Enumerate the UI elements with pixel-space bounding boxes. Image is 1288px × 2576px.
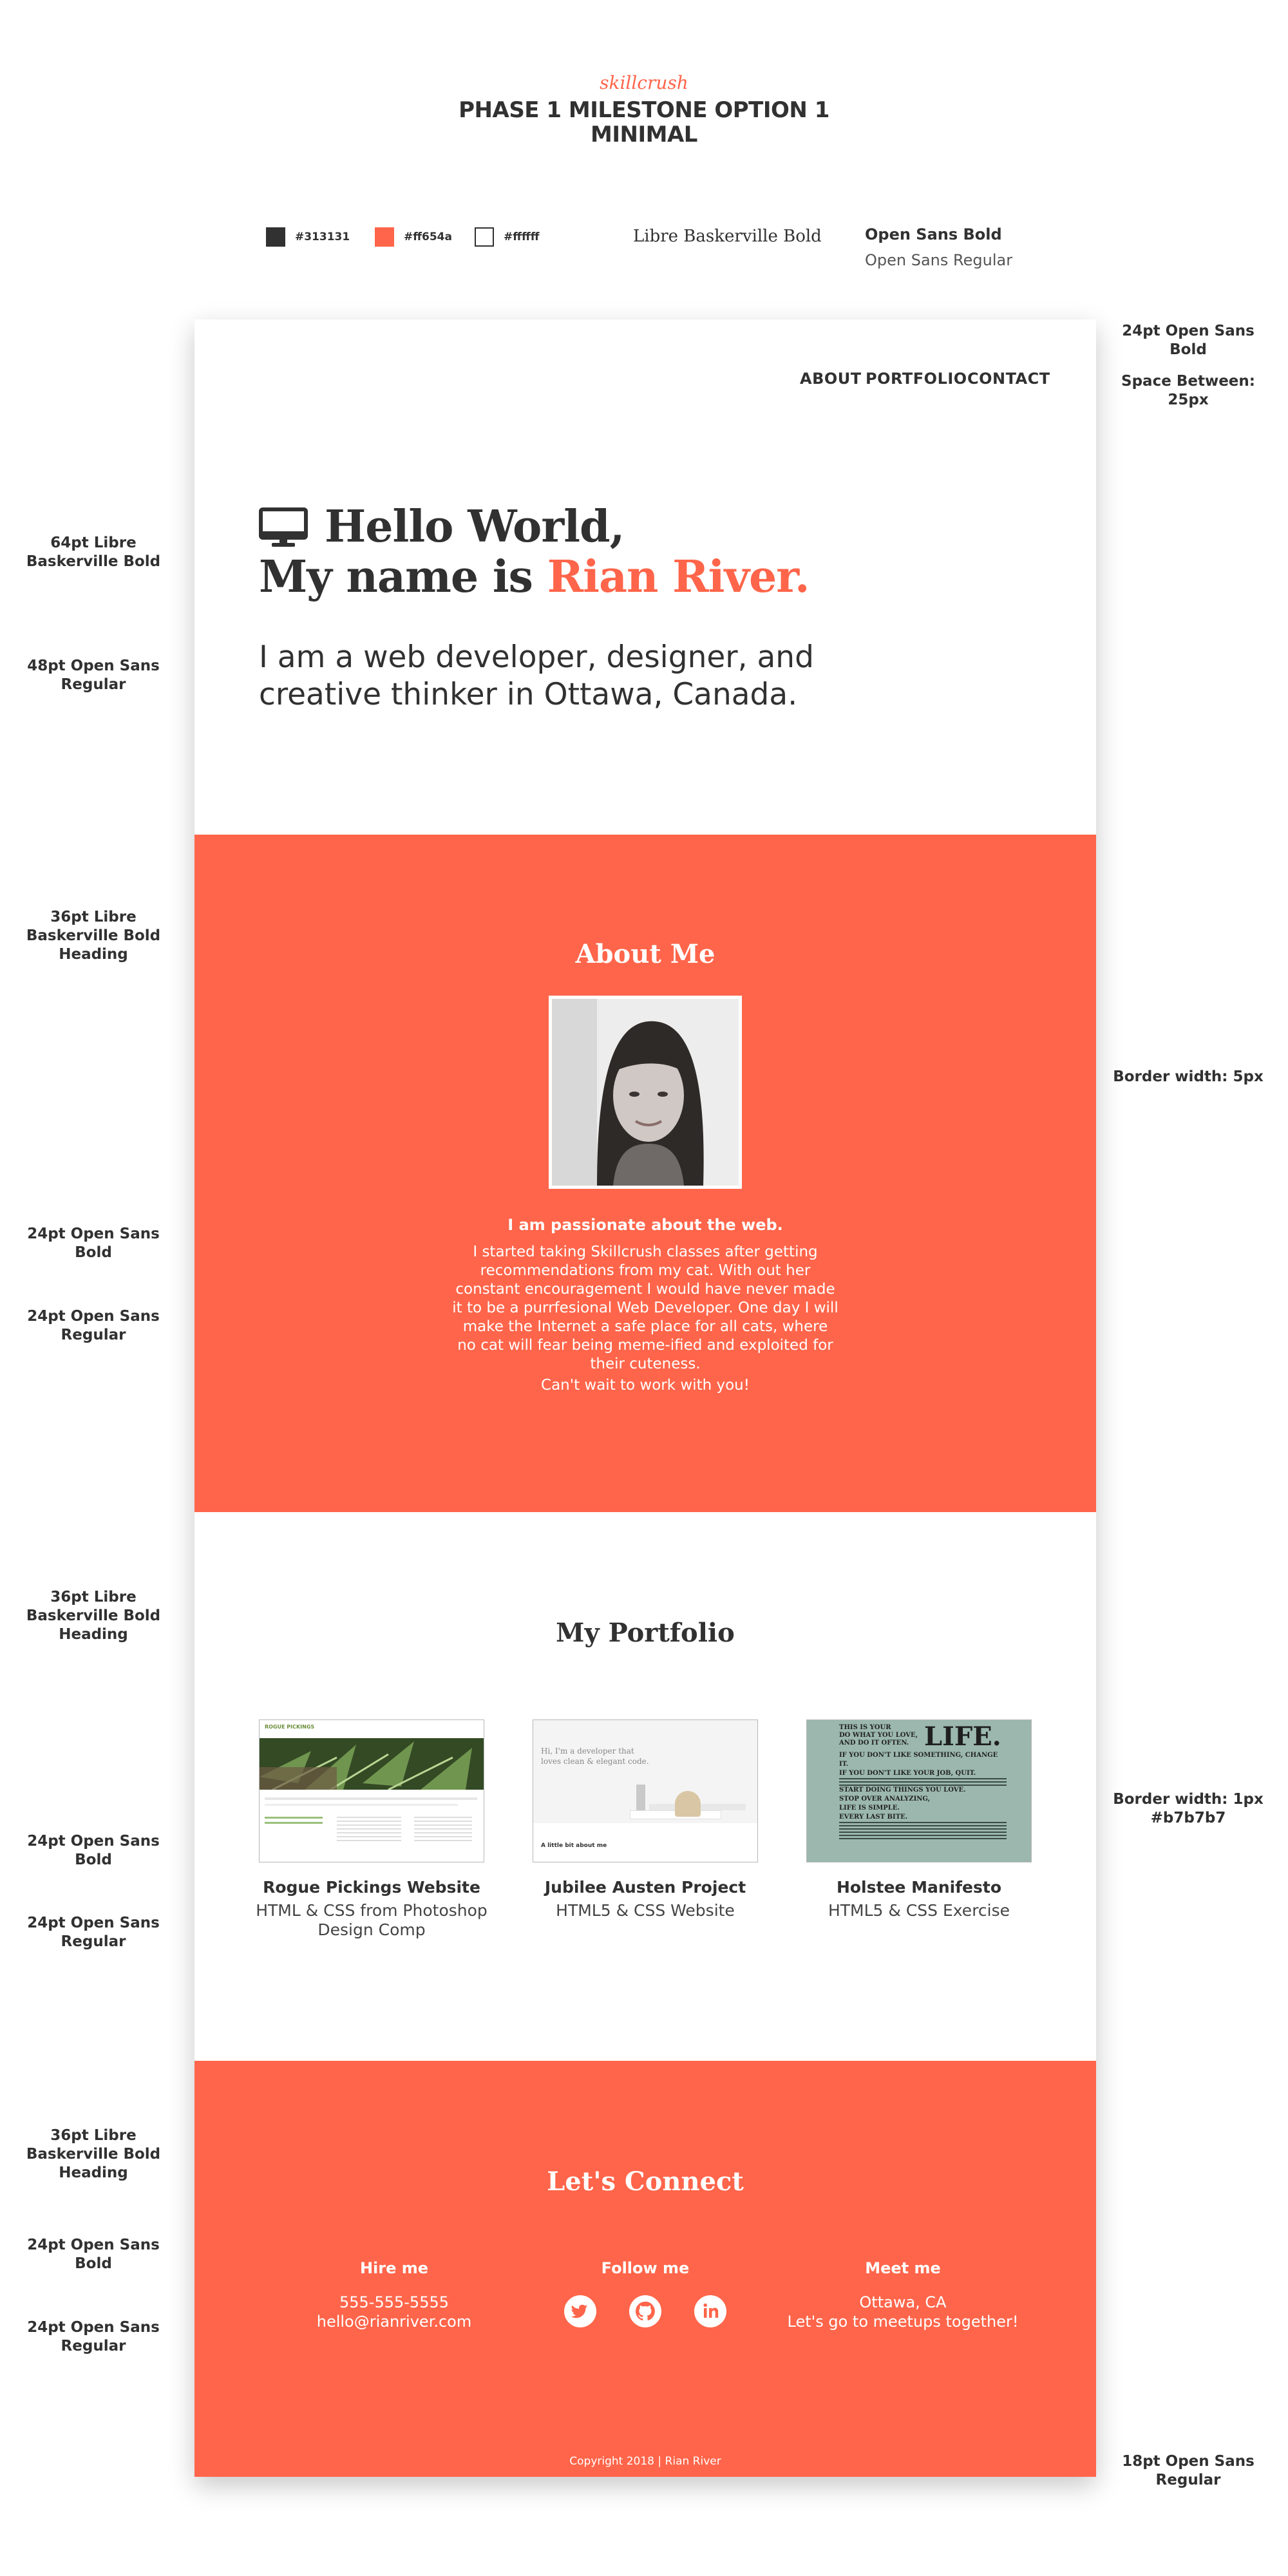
portfolio-item-title[interactable]: Holstee Manifesto <box>774 1878 1064 1897</box>
thumb-line: STOP OVER ANALYZING, <box>839 1795 931 1803</box>
email-link[interactable]: hello@rianriver.com <box>265 2312 523 2331</box>
about-section: About Me I am passionate about the web. … <box>194 835 1096 1512</box>
hero-name: Rian River. <box>547 551 810 603</box>
swatch-dark <box>266 227 285 247</box>
thumb-line: IF YOU DON'T LIKE SOMETHING, CHANGE IT. <box>839 1752 998 1768</box>
connect-section: Let's Connect Hire me 555-555-5555 hello… <box>194 2061 1096 2477</box>
thumb-heading: Hi, I'm a developer that loves clean & e… <box>541 1747 649 1766</box>
hero-intro: I am a web developer, designer, and crea… <box>259 639 814 712</box>
website-mockup: ABOUT PORTFOLIO CONTACT Hello World, My … <box>194 319 1096 2477</box>
thumb-line: START DOING THINGS YOU LOVE. <box>839 1786 966 1794</box>
note-connect-heading: 36pt Libre Baskerville Bold Heading <box>26 2127 161 2181</box>
note-portfolio-border: Border width: 1px #b7b7b7 <box>1113 1791 1264 1826</box>
note-portfolio-heading: 36pt Libre Baskerville Bold Heading <box>26 1589 161 1643</box>
about-cta: Can't wait to work with you! <box>541 1377 750 1394</box>
portfolio-item-title[interactable]: Rogue Pickings Website <box>227 1878 516 1897</box>
swatch-white-label: #ffffff <box>504 231 540 243</box>
note-about-bold: 24pt Open Sans Bold <box>27 1226 160 1261</box>
font-sample-sans-regular: Open Sans Regular <box>865 251 1013 269</box>
document-title: PHASE 1 MILESTONE OPTION 1 MINIMAL <box>0 98 1288 147</box>
swatch-orange-label: #ff654a <box>404 231 452 243</box>
copyright: Copyright 2018 | Rian River <box>569 2455 721 2468</box>
about-title: About Me <box>575 939 715 969</box>
document-title-line1: PHASE 1 MILESTONE OPTION 1 <box>459 97 829 123</box>
twitter-icon[interactable] <box>564 2295 596 2327</box>
thumb-big-word: LIFE. <box>924 1721 1001 1752</box>
font-sample-sans-bold: Open Sans Bold <box>865 225 1002 243</box>
font-sample-serif: Libre Baskerville Bold <box>633 227 822 246</box>
thumb-caption: A little bit about me <box>541 1842 607 1849</box>
hire-me-contacts: 555-555-5555 hello@rianriver.com <box>265 2293 523 2331</box>
document-title-line2: MINIMAL <box>591 122 697 147</box>
github-icon[interactable] <box>629 2295 661 2327</box>
note-portfolio-bold: 24pt Open Sans Bold <box>27 1833 160 1868</box>
portfolio-thumb-jubilee-austen[interactable]: Hi, I'm a developer that loves clean & e… <box>533 1719 758 1862</box>
nav-portfolio[interactable]: PORTFOLIO <box>866 370 967 388</box>
portfolio-item-subtitle: HTML5 & CSS Website <box>556 1901 735 1920</box>
hero-greeting: Hello World, <box>325 501 625 553</box>
note-portfolio-regular: 24pt Open Sans Regular <box>27 1915 160 1950</box>
portfolio-thumb-holstee-manifesto[interactable]: THIS IS YOUR DO WHAT YOU LOVE, AND DO IT… <box>806 1719 1032 1862</box>
hire-me-heading: Hire me <box>359 2259 429 2277</box>
note-hero-heading: 64pt Libre Baskerville Bold <box>26 535 161 570</box>
portfolio-item-subtitle: HTML & CSS from Photoshop Design Comp <box>256 1901 488 1939</box>
portfolio-item-title[interactable]: Jubilee Austen Project <box>500 1878 790 1897</box>
location-text: Ottawa, CA <box>859 2293 947 2311</box>
portfolio-item-subtitle: HTML5 & CSS Exercise <box>828 1901 1010 1920</box>
portfolio-thumb-rogue-pickings[interactable]: ROGUE PICKINGS <box>259 1719 484 1862</box>
thumb-line: LIFE IS SIMPLE. <box>839 1804 900 1812</box>
note-about-border: Border width: 5px <box>1113 1068 1264 1085</box>
linkedin-icon[interactable] <box>694 2295 726 2327</box>
meet-me-heading: Meet me <box>865 2259 941 2277</box>
thumb-line: IF YOU DON'T LIKE YOUR JOB, QUIT. <box>839 1770 976 1777</box>
nav-about[interactable]: ABOUT <box>800 370 862 388</box>
phone-link[interactable]: 555-555-5555 <box>265 2293 523 2312</box>
note-footer-font: 18pt Open Sans Regular <box>1122 2453 1255 2488</box>
note-hero-intro: 48pt Open Sans Regular <box>27 658 160 693</box>
hero-name-line: My name is Rian River. <box>259 551 810 603</box>
note-connect-bold: 24pt Open Sans Bold <box>27 2237 160 2272</box>
monitor-icon <box>259 507 308 547</box>
note-about-heading: 36pt Libre Baskerville Bold Heading <box>26 909 161 963</box>
swatch-white <box>475 227 494 247</box>
follow-me-heading: Follow me <box>601 2259 690 2277</box>
connect-title: Let's Connect <box>547 2166 744 2197</box>
thumb-line: EVERY LAST BITE. <box>839 1814 908 1821</box>
thumb-brand: ROGUE PICKINGS <box>265 1724 315 1730</box>
note-nav-font: 24pt Open Sans Bold <box>1122 323 1255 358</box>
meetups-text: Let's go to meetups together! <box>787 2313 1019 2331</box>
portfolio-section: My Portfolio ROGUE PICKINGS Rogue Pickin… <box>194 1512 1096 2061</box>
profile-photo <box>549 996 742 1189</box>
about-body: I started taking Skillcrush classes afte… <box>452 1244 838 1372</box>
nav-contact[interactable]: CONTACT <box>967 370 1050 388</box>
swatch-orange <box>375 227 394 247</box>
hero-name-prefix: My name is <box>259 551 547 603</box>
note-about-regular: 24pt Open Sans Regular <box>27 1308 160 1343</box>
about-tagline: I am passionate about the web. <box>507 1216 783 1234</box>
portfolio-title: My Portfolio <box>556 1618 735 1648</box>
skillcrush-logo: skillcrush <box>600 72 688 93</box>
swatch-dark-label: #313131 <box>295 231 350 243</box>
note-nav-spacing: Space Between: 25px <box>1121 373 1255 408</box>
meet-me-info: Ottawa, CA Let's go to meetups together! <box>774 2293 1032 2331</box>
note-connect-regular: 24pt Open Sans Regular <box>27 2319 160 2354</box>
